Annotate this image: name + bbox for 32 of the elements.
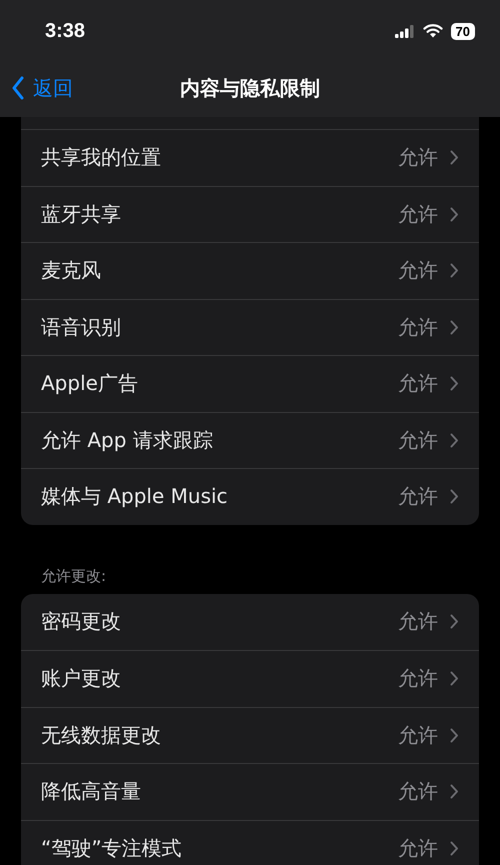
settings-row[interactable]: 麦克风 允许 bbox=[21, 242, 479, 298]
chevron-right-icon bbox=[450, 263, 459, 278]
chevron-right-icon bbox=[450, 614, 459, 630]
chevron-right-icon bbox=[450, 728, 459, 743]
chevron-right-icon bbox=[450, 432, 459, 448]
chevron-left-icon bbox=[11, 76, 25, 100]
section-header: 允许更改: bbox=[40, 566, 108, 586]
wifi-icon bbox=[422, 24, 443, 38]
settings-row[interactable]: 账户更改 允许 bbox=[21, 650, 479, 706]
chevron-right-icon bbox=[450, 206, 459, 222]
chevron-right-icon bbox=[450, 376, 459, 392]
settings-row[interactable]: 无线数据更改 允许 bbox=[21, 706, 479, 763]
signal-icon bbox=[394, 24, 415, 38]
settings-row[interactable]: Apple广告 允许 bbox=[21, 355, 479, 412]
status-time: 3:38 bbox=[45, 20, 86, 42]
settings-row[interactable]: 降低高音量 允许 bbox=[21, 763, 479, 820]
page-title: 内容与隐私限制 bbox=[180, 74, 320, 102]
chevron-right-icon bbox=[450, 784, 459, 800]
chevron-right-icon bbox=[450, 320, 459, 335]
settings-row[interactable]: “驾驶”专注模式 允许 bbox=[21, 820, 479, 865]
chevron-right-icon bbox=[450, 671, 459, 686]
chevron-right-icon bbox=[450, 150, 459, 166]
settings-row[interactable]: 共享我的位置 允许 bbox=[21, 129, 479, 186]
chevron-right-icon bbox=[450, 489, 459, 504]
settings-row[interactable]: 允许 App 请求跟踪 允许 bbox=[21, 412, 479, 468]
settings-row[interactable]: 媒体与 Apple Music 允许 bbox=[21, 468, 479, 524]
back-button[interactable]: 返回 bbox=[0, 74, 73, 102]
settings-row[interactable]: 密码更改 允许 bbox=[21, 594, 479, 650]
settings-row[interactable]: 语音识别 允许 bbox=[21, 298, 479, 355]
chevron-right-icon bbox=[450, 840, 459, 856]
settings-row[interactable]: 蓝牙共享 允许 bbox=[21, 186, 479, 242]
battery-level: 70 bbox=[450, 22, 475, 40]
